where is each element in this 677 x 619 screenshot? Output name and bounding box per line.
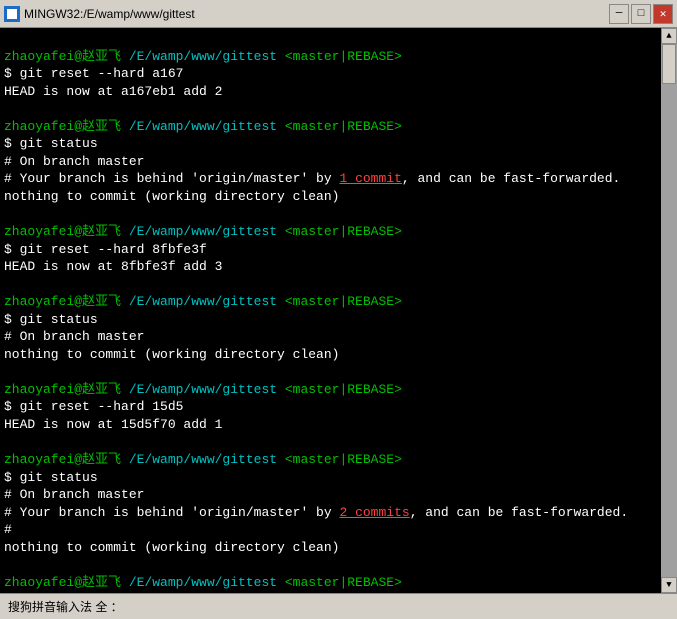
terminal-wrapper: zhaoyafei@赵亚飞 /E/wamp/www/gittest <maste… <box>0 28 677 593</box>
titlebar-left: MINGW32:/E/wamp/www/gittest <box>4 6 195 22</box>
scrollbar-thumb[interactable] <box>662 44 676 84</box>
window-controls: ─ □ ✕ <box>609 4 673 24</box>
app-icon <box>4 6 20 22</box>
window: MINGW32:/E/wamp/www/gittest ─ □ ✕ zhaoya… <box>0 0 677 619</box>
statusbar: 搜狗拼音输入法 全 ： <box>0 593 677 619</box>
titlebar: MINGW32:/E/wamp/www/gittest ─ □ ✕ <box>0 0 677 28</box>
close-button[interactable]: ✕ <box>653 4 673 24</box>
scroll-down-button[interactable]: ▼ <box>661 577 677 593</box>
maximize-button[interactable]: □ <box>631 4 651 24</box>
scroll-up-button[interactable]: ▲ <box>661 28 677 44</box>
scrollbar-track[interactable] <box>661 44 677 577</box>
window-title: MINGW32:/E/wamp/www/gittest <box>24 7 195 21</box>
terminal[interactable]: zhaoyafei@赵亚飞 /E/wamp/www/gittest <maste… <box>0 28 661 593</box>
minimize-button[interactable]: ─ <box>609 4 629 24</box>
scrollbar[interactable]: ▲ ▼ <box>661 28 677 593</box>
ime-status: 搜狗拼音输入法 全 ： <box>8 598 123 615</box>
